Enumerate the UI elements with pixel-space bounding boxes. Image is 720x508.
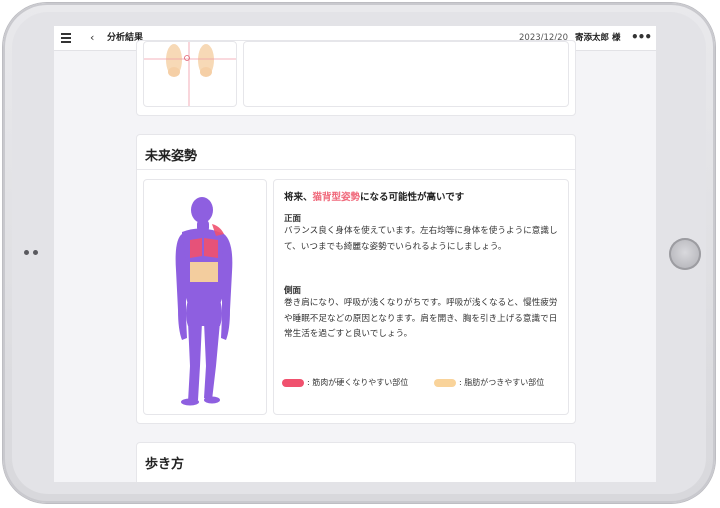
front-text: バランス良く身体を使えています。左右均等に身体を使うように意識して、いつまでも綺… xyxy=(284,226,558,252)
walking-card: 歩き方 xyxy=(136,442,576,482)
foot-analysis-panel xyxy=(243,41,569,107)
headline-suffix: になる可能性が高いです xyxy=(360,192,465,203)
section-title-future-posture: 未来姿勢 xyxy=(145,149,198,164)
side-text: 巻き肩になり、呼吸が浅くなりがちです。呼吸が浅くなると、慢性疲労や睡眠不足などの… xyxy=(284,298,558,339)
foot-image-panel xyxy=(143,41,237,107)
section-divider xyxy=(137,169,575,170)
user-name: 寄添太郎 様 xyxy=(575,33,621,43)
back-chevron-icon[interactable]: ‹ xyxy=(90,32,94,44)
headline-prefix: 将来、 xyxy=(284,192,313,203)
headline-accent: 猫背型姿勢 xyxy=(312,192,361,203)
posture-body-figure xyxy=(175,197,233,406)
foot-pressure-image xyxy=(144,42,236,106)
muscle-swatch xyxy=(282,378,304,387)
camera-icon xyxy=(24,250,38,255)
section-title-walking: 歩き方 xyxy=(145,457,185,472)
legend-fat-label: : 脂肪がつきやすい部位 xyxy=(459,378,545,387)
fat-swatch xyxy=(434,378,456,387)
future-posture-card: 未来姿勢 将来、猫背型姿勢になる可能性が高いです 正面 バランス良く身体を使えて… xyxy=(136,134,576,424)
legend-fat: : 脂肪がつきやすい部位 xyxy=(434,377,544,388)
hamburger-menu-icon[interactable] xyxy=(61,33,71,43)
home-button[interactable] xyxy=(669,238,701,270)
previous-card xyxy=(136,40,576,116)
posture-text-panel: 将来、猫背型姿勢になる可能性が高いです 正面 バランス良く身体を使えています。左… xyxy=(273,179,569,415)
legend-muscle-label: : 筋肉が硬くなりやすい部位 xyxy=(307,378,409,387)
posture-figure-panel xyxy=(143,179,267,415)
legend-muscle: : 筋肉が硬くなりやすい部位 xyxy=(282,377,408,388)
side-label: 側面 xyxy=(284,286,302,296)
front-label: 正面 xyxy=(284,214,302,224)
more-options-icon[interactable]: ••• xyxy=(631,31,652,43)
posture-headline: 将来、猫背型姿勢になる可能性が高いです xyxy=(284,189,464,203)
app-screen: ‹ 分析結果 2023/12/20 寄添太郎 様 ••• 未来姿勢 将来、猫背型… xyxy=(54,26,656,482)
